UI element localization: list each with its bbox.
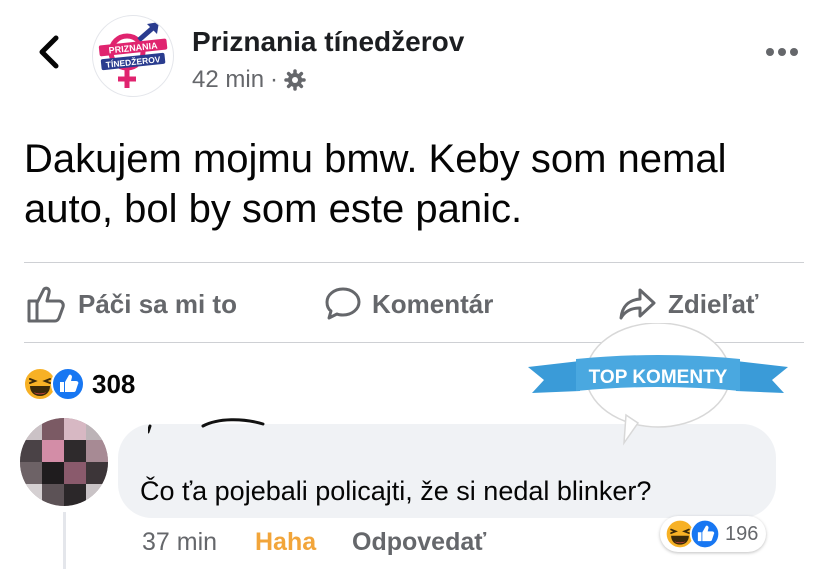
- top-comments-badge: TOP KOMENTY: [528, 323, 788, 446]
- like-outline-icon: [27, 286, 65, 323]
- comment-button[interactable]: Komentár: [324, 282, 493, 326]
- comment-label: Komentár: [372, 288, 494, 319]
- comment-reply-button[interactable]: Odpovedať: [352, 528, 486, 557]
- share-button[interactable]: Zdieľať: [618, 282, 758, 326]
- share-label: Zdieľať: [668, 288, 759, 319]
- comment-reactions[interactable]: 196: [660, 516, 767, 552]
- comment-bubble-icon: [325, 287, 361, 320]
- comment-text: Čo ťa pojebali policajti, že si nedal bl…: [140, 476, 652, 506]
- meta-separator: ·: [270, 66, 279, 93]
- like-icon: [51, 367, 85, 401]
- divider-top: [24, 262, 804, 263]
- comment-time: 37 min: [142, 528, 218, 556]
- back-arrow-icon[interactable]: [30, 30, 70, 74]
- page-avatar[interactable]: PRIZNANIA TÍNEDŽEROV: [92, 15, 174, 97]
- pixelated-avatar: [20, 418, 108, 506]
- commenter-avatar[interactable]: [20, 418, 108, 506]
- page-name[interactable]: Priznania tínedžerov: [192, 26, 464, 58]
- thread-line: [63, 512, 66, 569]
- post-meta: 42 min ·: [192, 66, 306, 94]
- comment-haha-button[interactable]: Haha: [255, 528, 316, 557]
- gear-icon: [284, 69, 306, 91]
- page-logo: PRIZNANIA TÍNEDŽEROV: [98, 22, 168, 88]
- post-text: Dakujem mojmu bmw. Keby som nemal auto, …: [24, 137, 727, 231]
- like-button[interactable]: Páči sa mi to: [26, 282, 237, 326]
- share-arrow-icon: [619, 288, 656, 320]
- reaction-count: 308: [92, 368, 136, 399]
- reactions-summary[interactable]: 308: [22, 366, 135, 402]
- like-label: Páči sa mi to: [78, 288, 237, 319]
- more-options-icon[interactable]: [762, 40, 802, 64]
- top-comments-label: TOP KOMENTY: [589, 367, 728, 388]
- comment-reaction-count: 196: [725, 522, 759, 545]
- post-time: 42 min: [192, 66, 265, 93]
- redacted-name-scribble: [148, 418, 265, 434]
- like-icon: [689, 518, 721, 550]
